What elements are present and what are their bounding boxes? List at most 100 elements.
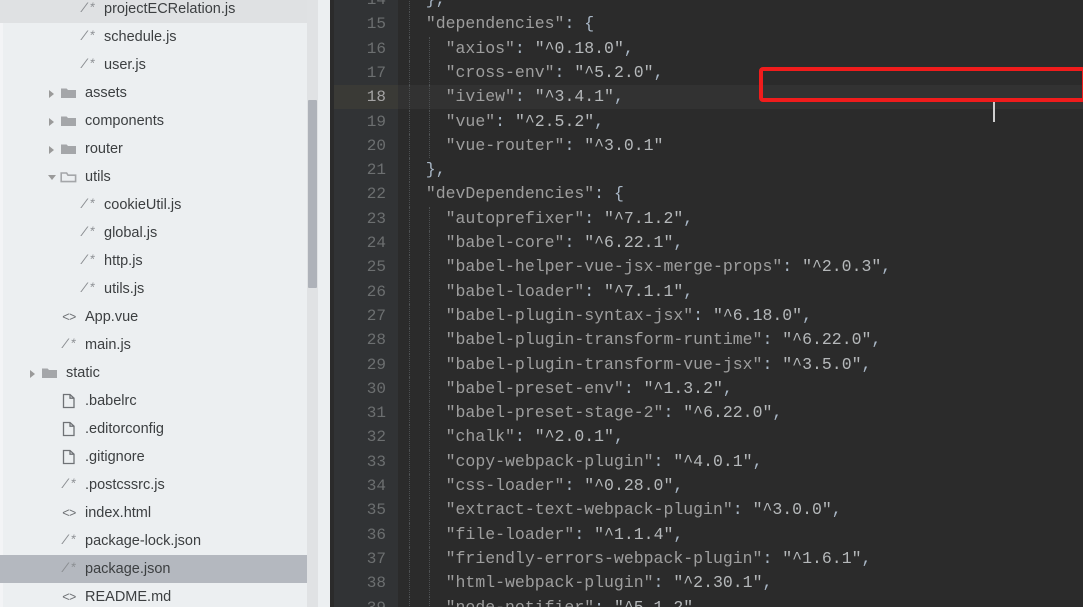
tree-item-utils-js[interactable]: /* utils.js bbox=[0, 275, 318, 303]
code-line[interactable]: 31 "babel-preset-stage-2": "^6.22.0", bbox=[330, 401, 1083, 426]
tree-item-http-js[interactable]: /* http.js bbox=[0, 247, 318, 275]
code-line[interactable]: 32 "chalk": "^2.0.1", bbox=[330, 425, 1083, 450]
line-number: 27 bbox=[366, 306, 386, 325]
sidebar-right-edge bbox=[318, 0, 330, 607]
tree-item-user-js[interactable]: /* user.js bbox=[0, 51, 318, 79]
code-line[interactable]: 18 "iview": "^3.4.1", bbox=[330, 85, 1083, 110]
tree-item-label: user.js bbox=[104, 57, 146, 73]
code-line[interactable]: 23 "autoprefixer": "^7.1.2", bbox=[330, 206, 1083, 231]
tree-item-label: .babelrc bbox=[85, 393, 137, 409]
line-number: 23 bbox=[366, 209, 386, 228]
code-content[interactable]: "build:uat": "cross-env NODE_ENV=uat nod… bbox=[330, 0, 1083, 607]
project-tree[interactable]: /* projectECRelation.js /* schedule.js /* use… bbox=[0, 0, 318, 607]
text-caret bbox=[993, 102, 995, 122]
code-line[interactable]: 17 "cross-env": "^5.2.0", bbox=[330, 60, 1083, 86]
line-number: 18 bbox=[366, 88, 386, 107]
tree-item-global-js[interactable]: /* global.js bbox=[0, 219, 318, 247]
code-line[interactable]: 39 "node-notifier": "^5.1.2", bbox=[330, 595, 1083, 607]
code-line[interactable]: 25 "babel-helper-vue-jsx-merge-props": "… bbox=[330, 255, 1083, 280]
plain-file-icon bbox=[60, 393, 78, 409]
chevron-down-icon[interactable] bbox=[46, 171, 59, 184]
project-tree-scrollbar-thumb[interactable] bbox=[308, 100, 317, 288]
tree-item-schedule-js[interactable]: /* schedule.js bbox=[0, 23, 318, 51]
chevron-right-icon[interactable] bbox=[27, 367, 40, 380]
code-line-text: "vue-router": "^3.0.1" bbox=[445, 135, 664, 155]
line-number: 26 bbox=[366, 282, 386, 301]
code-editor[interactable]: "build:uat": "cross-env NODE_ENV=uat nod… bbox=[330, 0, 1083, 607]
code-line[interactable]: 21 }, bbox=[330, 158, 1083, 183]
line-number: 38 bbox=[366, 574, 386, 593]
code-line-text: "babel-preset-stage-2": "^6.22.0", bbox=[445, 403, 783, 423]
tree-item-index-html[interactable]: <> index.html bbox=[0, 499, 318, 527]
code-line-text: "babel-plugin-transform-vue-jsx": "^3.5.… bbox=[445, 354, 872, 374]
tree-item-main-js[interactable]: /* main.js bbox=[0, 331, 318, 359]
code-line-text: "iview": "^3.4.1", bbox=[445, 87, 624, 107]
tree-item-package-lock-json[interactable]: /* package-lock.json bbox=[0, 527, 318, 555]
tree-item-label: http.js bbox=[104, 253, 143, 269]
tree-item-editorconfig[interactable]: .editorconfig bbox=[0, 415, 318, 443]
code-line-text: "copy-webpack-plugin": "^4.0.1", bbox=[445, 451, 763, 471]
line-number: 31 bbox=[366, 404, 386, 423]
chevron-right-icon[interactable] bbox=[46, 87, 59, 100]
line-number: 33 bbox=[366, 452, 386, 471]
code-line[interactable]: 24 "babel-core": "^6.22.1", bbox=[330, 231, 1083, 256]
code-line[interactable]: 28 "babel-plugin-transform-runtime": "^6… bbox=[330, 328, 1083, 353]
tree-item-router[interactable]: router bbox=[0, 135, 318, 163]
tree-item-projectecrelation-js[interactable]: /* projectECRelation.js bbox=[0, 0, 318, 23]
tree-item-package-json[interactable]: /* package.json bbox=[0, 555, 318, 583]
tree-item-app-vue[interactable]: <> App.vue bbox=[0, 303, 318, 331]
folder-closed-icon bbox=[41, 365, 59, 381]
code-line[interactable]: 36 "file-loader": "^1.1.4", bbox=[330, 522, 1083, 547]
chevron-right-icon[interactable] bbox=[46, 115, 59, 128]
code-line[interactable]: 37 "friendly-errors-webpack-plugin": "^1… bbox=[330, 546, 1083, 572]
tree-item-babelrc[interactable]: .babelrc bbox=[0, 387, 318, 415]
tree-item-gitignore[interactable]: .gitignore bbox=[0, 443, 318, 471]
tree-item-postcssrc-js[interactable]: /* .postcssrc.js bbox=[0, 471, 318, 499]
code-line[interactable]: 27 "babel-plugin-syntax-jsx": "^6.18.0", bbox=[330, 303, 1083, 329]
tree-item-components[interactable]: components bbox=[0, 107, 318, 135]
line-number: 37 bbox=[366, 549, 386, 568]
code-line[interactable]: 35 "extract-text-webpack-plugin": "^3.0.… bbox=[330, 498, 1083, 523]
tree-item-static[interactable]: static bbox=[0, 359, 318, 387]
tree-item-label: main.js bbox=[85, 337, 131, 353]
line-number: 24 bbox=[366, 234, 386, 252]
code-file-icon: <> bbox=[62, 310, 76, 324]
js-file-icon: /* bbox=[61, 561, 77, 576]
code-line[interactable]: 34 "css-loader": "^0.28.0", bbox=[330, 474, 1083, 499]
tree-item-label: README.md bbox=[85, 589, 172, 605]
tree-item-readme-md[interactable]: <> README.md bbox=[0, 583, 318, 607]
line-number: 15 bbox=[366, 15, 386, 34]
tree-item-utils[interactable]: utils bbox=[0, 163, 318, 191]
chevron-right-icon[interactable] bbox=[46, 143, 59, 156]
js-file-icon: /* bbox=[80, 29, 96, 44]
code-line-text: "extract-text-webpack-plugin": "^3.0.0", bbox=[445, 500, 842, 520]
code-line[interactable]: 30 "babel-preset-env": "^1.3.2", bbox=[330, 376, 1083, 402]
code-line[interactable]: 33 "copy-webpack-plugin": "^4.0.1", bbox=[330, 449, 1083, 474]
code-line-text: "babel-plugin-syntax-jsx": "^6.18.0", bbox=[445, 305, 812, 325]
line-number: 39 bbox=[330, 596, 386, 607]
code-line[interactable]: 16 "axios": "^0.18.0", bbox=[330, 36, 1083, 61]
code-line[interactable]: 26 "babel-loader": "^7.1.1", bbox=[330, 279, 1083, 304]
code-line[interactable]: 15 "dependencies": { bbox=[330, 12, 1083, 37]
tree-item-assets[interactable]: assets bbox=[0, 79, 318, 107]
code-line[interactable]: 38 "html-webpack-plugin": "^2.30.1", bbox=[330, 571, 1083, 596]
code-line[interactable]: 20 "vue-router": "^3.0.1" bbox=[330, 133, 1083, 159]
line-number: 30 bbox=[366, 379, 386, 398]
code-line-text: }, bbox=[406, 160, 446, 180]
line-number: 22 bbox=[366, 185, 386, 204]
code-line[interactable]: 22 "devDependencies": { bbox=[330, 182, 1083, 207]
tree-item-cookieutil-js[interactable]: /* cookieUtil.js bbox=[0, 191, 318, 219]
plain-file-icon bbox=[60, 449, 78, 465]
tree-item-label: .editorconfig bbox=[85, 421, 164, 437]
code-line[interactable]: 14 }, bbox=[330, 0, 1083, 13]
code-line[interactable]: 29 "babel-plugin-transform-vue-jsx": "^3… bbox=[330, 352, 1083, 377]
project-tree-scrollbar-track[interactable] bbox=[307, 0, 318, 607]
code-line[interactable]: 19 "vue": "^2.5.2", bbox=[330, 109, 1083, 134]
